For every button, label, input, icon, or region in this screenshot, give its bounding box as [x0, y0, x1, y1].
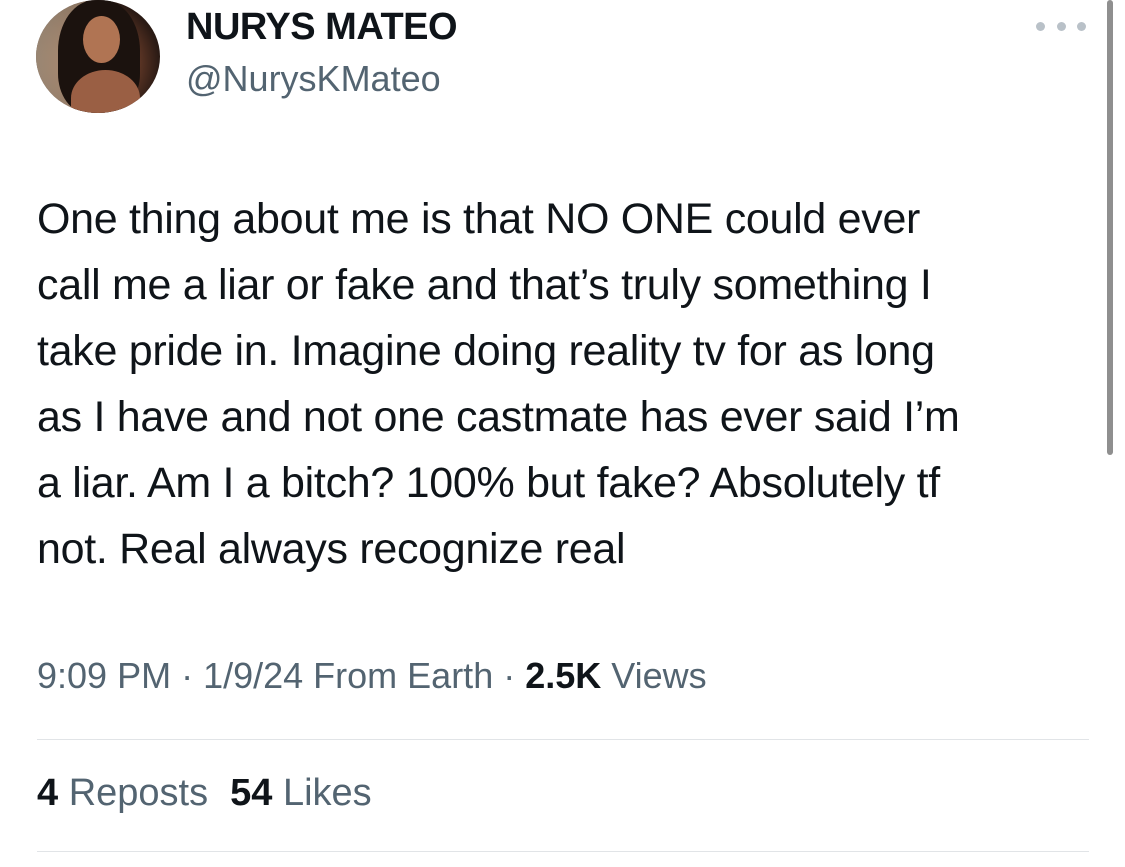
likes-label: Likes [272, 772, 372, 814]
more-dot [1077, 21, 1086, 31]
tweet-line: a liar. Am I a bitch? 100% but fake? Abs… [37, 459, 940, 507]
reposts-label: Reposts [58, 772, 209, 814]
tweet-date[interactable]: 1/9/24 [203, 655, 303, 696]
engagement-stats: 4 Reposts 54 Likes [37, 772, 394, 815]
more-dot [1056, 21, 1066, 31]
user-handle[interactable]: @NurysKMateo [186, 58, 441, 100]
tweet-line: call me a liar or fake and that’s truly … [37, 261, 932, 309]
likes-stat[interactable]: 54 Likes [230, 772, 372, 814]
tweet-line: as I have and not one castmate has ever … [37, 393, 960, 441]
more-options-icon[interactable] [1036, 14, 1086, 38]
reposts-count: 4 [37, 772, 59, 814]
tweet-meta: 9:09 PM · 1/9/24 From Earth · 2.5K Views [37, 655, 707, 697]
avatar[interactable] [36, 0, 160, 113]
views-label: Views [601, 655, 707, 696]
meta-separator: · [171, 655, 204, 696]
likes-count: 54 [230, 772, 273, 814]
divider [37, 851, 1089, 852]
tweet-time[interactable]: 9:09 PM [37, 655, 171, 696]
tweet-text: One thing about me is that NO ONE could … [37, 186, 1087, 582]
tweet-line: One thing about me is that NO ONE could … [37, 195, 921, 243]
tweet-line: not. Real always recognize real [37, 525, 626, 573]
scrollbar[interactable] [1107, 0, 1113, 455]
tweet-line: take pride in. Imagine doing reality tv … [37, 327, 935, 375]
display-name[interactable]: NURYS MATEO [186, 6, 458, 49]
views-count: 2.5K [525, 655, 602, 696]
divider [37, 739, 1089, 740]
more-dot [1036, 21, 1045, 31]
reposts-stat[interactable]: 4 Reposts [37, 772, 208, 814]
tweet-source: From Earth [303, 655, 494, 696]
meta-separator: · [493, 655, 526, 696]
